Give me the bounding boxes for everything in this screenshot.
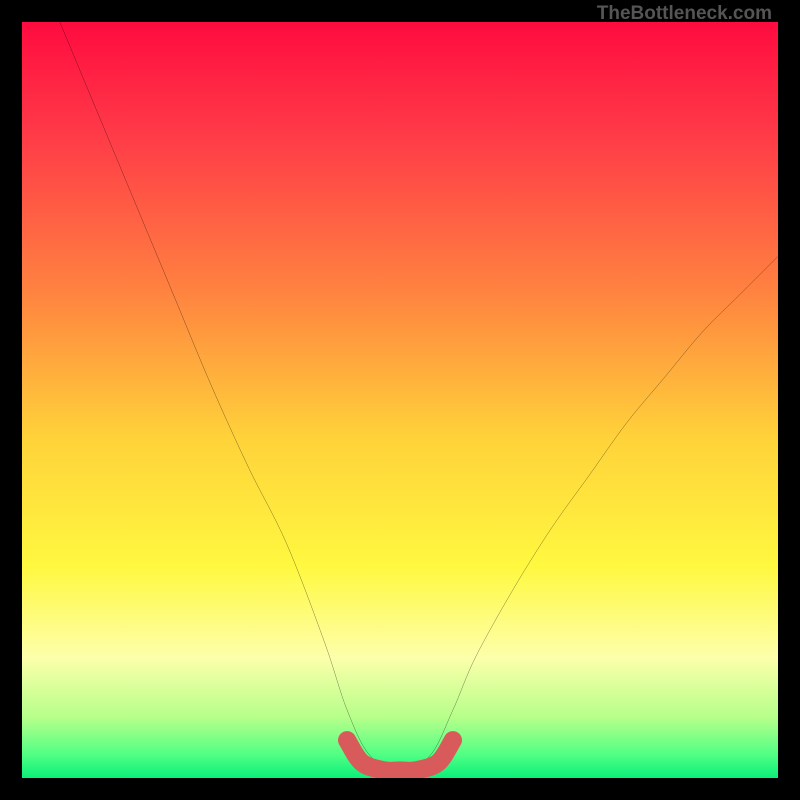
outer-frame: TheBottleneck.com	[0, 0, 800, 800]
plot-area	[22, 22, 778, 778]
optimal-band	[347, 740, 453, 771]
bottleneck-curve	[60, 22, 778, 770]
curve-layer	[22, 22, 778, 778]
watermark-text: TheBottleneck.com	[597, 3, 772, 25]
